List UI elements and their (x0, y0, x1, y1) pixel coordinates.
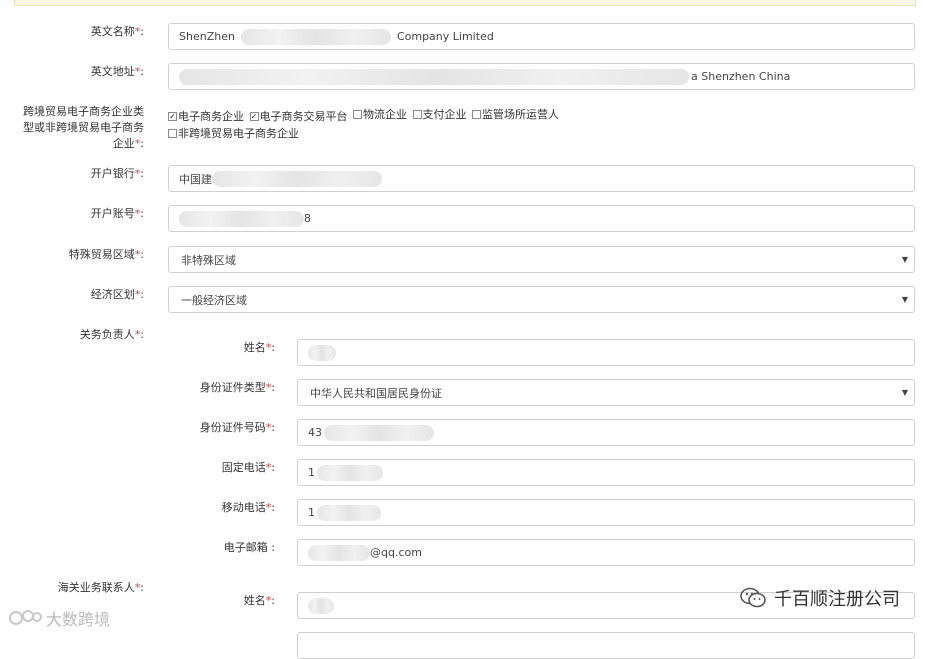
head-id-no-input[interactable]: 43 (297, 419, 915, 446)
redacted-blur (317, 504, 381, 521)
watermark-text-left: 大数跨境 (46, 610, 111, 629)
head-id-type-select[interactable]: 中华人民共和国居民身份证 ▼ (297, 379, 915, 406)
head-phone-label: 固定电话*: (221, 461, 275, 474)
redacted-blur (212, 170, 382, 187)
head-email-suffix: @qq.com (370, 546, 422, 559)
head-phone-input[interactable]: 1 (297, 459, 915, 486)
checkbox-unchecked-icon (168, 129, 177, 138)
economic-zone-value: 一般经济区域 (181, 293, 247, 307)
redacted-blur (308, 544, 370, 561)
special-zone-value: 非特殊区域 (181, 253, 236, 267)
head-id-no-prefix: 43 (308, 426, 322, 439)
checkbox-unchecked-icon (353, 110, 362, 119)
customs-contact-section-label: 海关业务联系人*: (57, 581, 144, 594)
en-address-input[interactable]: a Shenzhen China (168, 63, 915, 90)
head-name-input[interactable] (297, 339, 915, 366)
contact-next-input[interactable] (297, 632, 915, 659)
account-label: 开户账号*: (90, 207, 144, 220)
checkbox-unchecked-icon (472, 110, 481, 119)
account-suffix: 8 (304, 212, 311, 225)
wechat-icon (740, 587, 766, 608)
head-email-input[interactable]: @qq.com (297, 539, 915, 566)
logo-watermark: 大数跨境 (8, 606, 110, 630)
redacted-blur (324, 424, 434, 441)
enterprise-type-checkboxes: ✓ 电子商务企业 ✓ 电子商务交易平台 物流企业 支付企业 监管场所运营人 非跨境贸… (168, 106, 588, 143)
checkbox-checked-icon: ✓ (168, 112, 177, 121)
redacted-blur (317, 464, 383, 481)
checkbox-unchecked-icon (412, 110, 422, 119)
redacted-blur (308, 597, 334, 614)
wechat-watermark: 千百顺注册公司 (740, 585, 900, 611)
head-phone-prefix: 1 (308, 466, 315, 479)
watermark-text-right: 千百顺注册公司 (774, 589, 900, 610)
economic-zone-label: 经济区划*: (90, 288, 144, 301)
head-name-label: 姓名*: (243, 341, 275, 354)
economic-zone-select[interactable]: 一般经济区域 ▼ (168, 286, 915, 313)
head-mobile-prefix: 1 (308, 506, 315, 519)
redacted-blur (179, 68, 689, 85)
special-zone-label: 特殊贸易区域*: (68, 248, 144, 261)
checkbox-logistics[interactable]: 物流企业 (353, 106, 407, 123)
warning-banner (14, 0, 916, 6)
en-name-label: 英文名称*: (90, 25, 144, 38)
bank-input[interactable]: 中国建 (168, 165, 915, 192)
checkbox-checked-icon: ✓ (249, 112, 259, 121)
head-email-label: 电子邮箱 : (223, 541, 275, 554)
logo-icon (9, 610, 42, 625)
redacted-blur (240, 28, 391, 45)
account-input[interactable]: 8 (168, 205, 915, 232)
redacted-blur (308, 344, 336, 361)
checkbox-trading-platform[interactable]: ✓ 电子商务交易平台 (249, 108, 348, 125)
checkbox-regulated-site-operator[interactable]: 监管场所运营人 (472, 106, 559, 123)
en-address-label: 英文地址*: (90, 65, 144, 78)
customs-head-section-label: 关务负责人*: (79, 328, 144, 341)
contact-name-label: 姓名*: (243, 594, 275, 607)
special-zone-select[interactable]: 非特殊区域 ▼ (168, 246, 915, 273)
chevron-down-icon: ▼ (901, 295, 908, 304)
head-mobile-input[interactable]: 1 (297, 499, 915, 526)
en-name-prefix: ShenZhen (179, 30, 235, 43)
head-mobile-label: 移动电话*: (221, 501, 275, 514)
head-id-type-label: 身份证件类型*: (199, 381, 275, 394)
redacted-blur (179, 210, 304, 227)
checkbox-non-crossborder[interactable]: 非跨境贸易电子商务企业 (168, 125, 299, 142)
en-name-input[interactable]: ShenZhen Company Limited (168, 23, 915, 50)
chevron-down-icon: ▼ (901, 255, 908, 264)
head-id-type-value: 中华人民共和国居民身份证 (310, 386, 442, 400)
bank-label: 开户银行*: (90, 167, 144, 180)
en-address-suffix: a Shenzhen China (691, 70, 791, 83)
bank-prefix: 中国建 (179, 172, 212, 186)
en-name-suffix: Company Limited (396, 30, 494, 43)
enterprise-type-label: 跨境贸易电子商务企业类 型或非跨境贸易电子商务 企业*: (23, 105, 144, 150)
checkbox-ecommerce[interactable]: ✓ 电子商务企业 (168, 108, 244, 125)
checkbox-payment[interactable]: 支付企业 (412, 106, 467, 123)
chevron-down-icon: ▼ (901, 388, 908, 397)
head-id-no-label: 身份证件号码*: (199, 421, 275, 434)
